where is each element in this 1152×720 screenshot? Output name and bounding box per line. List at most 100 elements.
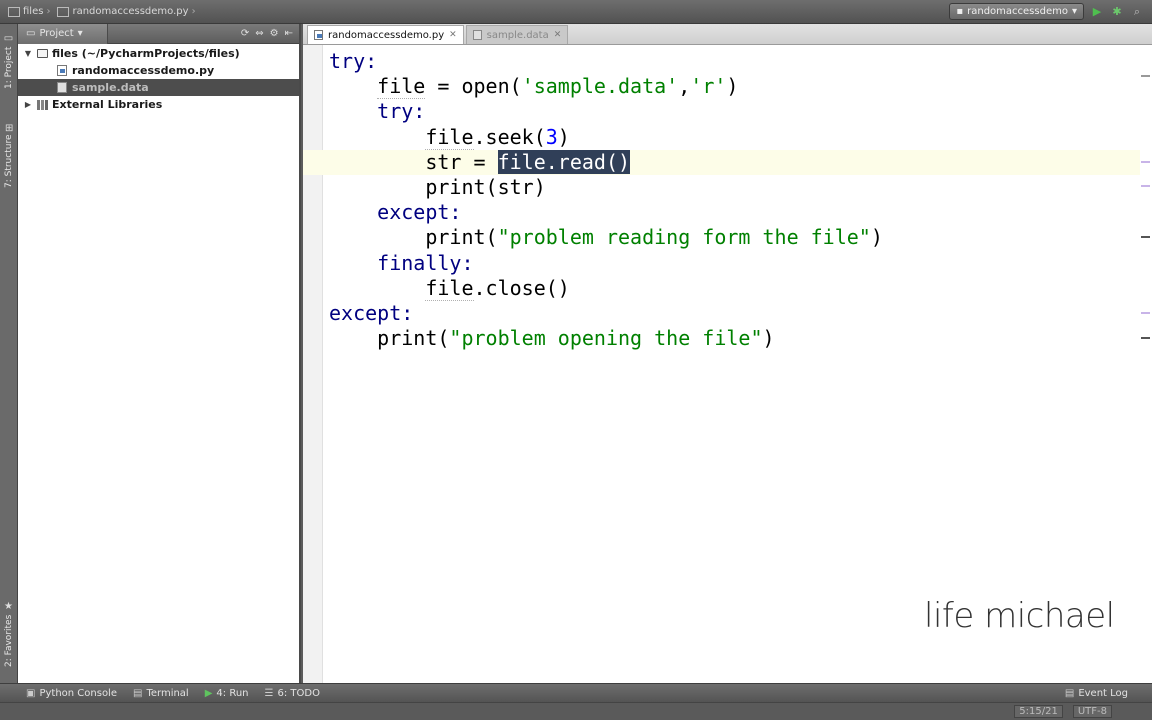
code-line[interactable]: try: [329,99,1146,124]
debug-button[interactable]: ✱ [1110,5,1124,19]
terminal-label: Terminal [146,687,189,699]
python-file-icon [314,30,323,40]
code-line[interactable]: file.close() [329,275,1146,301]
search-button[interactable]: ⌕ [1130,5,1144,19]
chevron-right-icon: › [191,6,196,17]
breadcrumb-project[interactable]: files [23,6,43,17]
terminal-button[interactable]: ▤ Terminal [125,688,197,699]
code-line-current[interactable]: str = file.read() [303,149,1146,175]
structure-icon: ⊞ [3,123,15,132]
method-call: .close() [473,275,570,300]
punctuation: ) [726,74,739,99]
project-panel-header: ▭ Project ▾ ⟳ ⇔ ⚙ ⇤ [18,23,299,44]
sync-icon[interactable]: ⟳ [241,28,249,39]
code-line[interactable]: print(str) [329,175,1146,200]
tab-sample-data[interactable]: sample.data ✕ [465,25,569,44]
string-literal: 'r' [690,74,727,99]
gear-icon[interactable]: ⚙ [270,28,279,39]
chevron-down-icon: ▾ [1071,6,1077,17]
stripe-mark[interactable] [1141,75,1150,77]
hide-icon[interactable]: ⇤ [285,28,293,39]
punctuation: ) [870,225,883,250]
structure-tool-tab[interactable]: 7: Structure ⊞ [1,120,17,192]
code-line[interactable]: file = open('sample.data','r') [329,74,1146,100]
operator: = [461,149,498,174]
watermark: life michael [924,596,1115,636]
run-configuration-select[interactable]: ▪ randomaccessdemo ▾ [949,3,1084,20]
expanded-arrow-icon[interactable]: ▼ [22,49,34,58]
tab-randomaccessdemo[interactable]: randomaccessdemo.py ✕ [307,25,464,44]
tree-item-label: files (~/PycharmProjects/files) [52,47,240,60]
todo-label: 6: TODO [277,687,320,699]
folder-icon [36,48,48,59]
keyword: try: [377,99,426,124]
project-view-select[interactable]: ▭ Project ▾ [18,23,108,44]
structure-tool-tab-label: 7: Structure [4,134,14,189]
method-call: .seek( [473,124,546,149]
error-stripe[interactable] [1140,45,1152,683]
text-selection[interactable]: file.read() [497,149,631,174]
play-icon: ▶ [1092,5,1102,18]
event-log-icon: ▤ [1064,687,1075,699]
project-view-label: Project [39,28,74,39]
punctuation: ) [557,124,570,149]
tree-item-label: sample.data [72,81,149,94]
python-file-icon [56,65,68,76]
code-line[interactable]: finally: [329,251,1146,276]
punctuation: ) [762,326,775,351]
breadcrumb: files › randomaccessdemo.py › [4,6,199,17]
code-line[interactable]: print("problem reading form the file") [329,225,1146,250]
collapsed-arrow-icon[interactable]: ▶ [22,100,34,109]
library-icon [36,99,48,110]
stripe-mark[interactable] [1141,185,1150,187]
code-line[interactable]: print("problem opening the file") [329,326,1146,351]
star-icon: ★ [3,600,15,612]
code-editor: randomaccessdemo.py ✕ sample.data ✕ try:… [303,24,1152,683]
stripe-mark[interactable] [1141,236,1150,238]
keyword: except: [329,300,414,325]
run-button[interactable]: ▶ [1090,5,1104,19]
editor-gutter[interactable] [303,45,323,683]
operator: = [425,74,462,99]
close-icon[interactable]: ✕ [554,30,562,40]
tree-item-data-file[interactable]: sample.data [18,79,299,96]
todo-button[interactable]: ☰ 6: TODO [257,688,328,699]
project-tool-tab-label: 1: Project [4,46,14,90]
code-line[interactable]: except: [329,200,1146,225]
stripe-mark[interactable] [1141,312,1150,314]
stripe-mark[interactable] [1141,337,1150,339]
run-tool-button[interactable]: ▶ 4: Run [197,688,257,699]
keyword: finally: [377,250,474,275]
code-line[interactable]: file.seek(3) [329,124,1146,150]
breadcrumb-file[interactable]: randomaccessdemo.py [72,6,188,17]
run-configuration-label: randomaccessdemo [967,6,1068,17]
file-encoding[interactable]: UTF-8 [1072,705,1112,718]
project-tool-tab[interactable]: 1: Project ▭ [1,30,17,92]
caret-position[interactable]: 5:15/21 [1014,705,1063,718]
close-icon[interactable]: ✕ [449,30,457,40]
number-literal: 3 [545,124,558,149]
collapse-all-icon[interactable]: ⇔ [255,28,263,39]
punctuation: , [678,74,691,99]
identifier: file [425,124,474,150]
python-file-icon [57,6,70,17]
tree-item-root[interactable]: ▼ files (~/PycharmProjects/files) [18,45,299,62]
favorites-tool-tab[interactable]: 2: Favorites ★ [1,596,17,672]
event-log-button[interactable]: ▤ Event Log [1057,688,1152,699]
chevron-down-icon: ▾ [77,28,83,39]
tree-item-external-libraries[interactable]: ▶ External Libraries [18,96,299,113]
code-line[interactable]: try: [329,49,1146,74]
text-file-icon [56,82,68,93]
identifier: file [377,74,426,100]
builtin-call: print( [377,326,450,351]
tree-item-label: External Libraries [52,98,163,111]
builtin-call: print( [425,225,498,250]
identifier: file [425,275,474,301]
code-line[interactable]: except: [329,301,1146,326]
stripe-mark[interactable] [1141,161,1150,163]
tree-item-python-file[interactable]: randomaccessdemo.py [18,62,299,79]
code-area[interactable]: try: file = open('sample.data','r') try:… [303,49,1146,351]
folder-icon: ▭ [26,28,36,39]
python-console-button[interactable]: ▣ Python Console [0,688,125,699]
keyword: except: [377,200,462,225]
